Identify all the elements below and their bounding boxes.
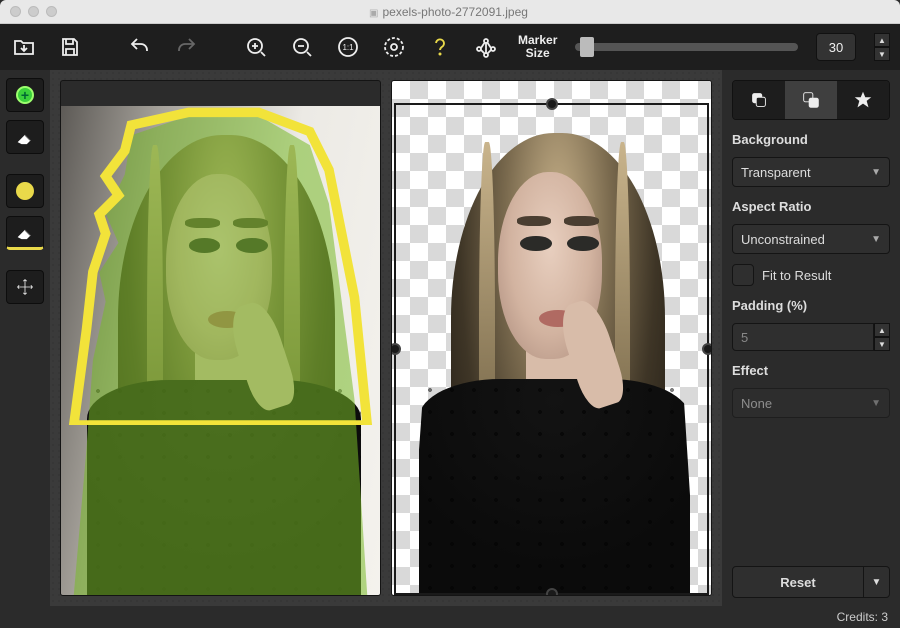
- tab-layers[interactable]: [733, 81, 785, 119]
- eraser-tool-2[interactable]: [6, 216, 44, 250]
- status-bar: Credits: 3: [0, 606, 900, 628]
- aspect-ratio-label: Aspect Ratio: [732, 199, 890, 214]
- slider-thumb[interactable]: [580, 37, 594, 57]
- tab-favorites[interactable]: [837, 81, 889, 119]
- chevron-down-icon: ▼: [871, 167, 881, 178]
- zoom-out-icon: [290, 35, 314, 59]
- marker-size-slider[interactable]: [575, 43, 798, 51]
- background-dropdown[interactable]: Transparent ▼: [732, 157, 890, 187]
- zoom-window-icon[interactable]: [46, 6, 57, 17]
- redo-button[interactable]: [172, 33, 200, 61]
- traffic-lights: [10, 6, 57, 17]
- padding-stepper[interactable]: ▲ ▼: [874, 323, 890, 351]
- crop-handle-right[interactable]: [702, 343, 712, 355]
- yellow-circle-icon: [16, 182, 34, 200]
- padding-input[interactable]: 5: [732, 323, 874, 351]
- fit-to-result-row: Fit to Result: [732, 264, 890, 286]
- stepper-down-icon[interactable]: ▼: [874, 337, 890, 351]
- close-window-icon[interactable]: [10, 6, 21, 17]
- zoom-1to1-icon: 1:1: [336, 35, 360, 59]
- zoom-out-button[interactable]: [288, 33, 316, 61]
- marker-size-label: Marker Size: [518, 34, 557, 60]
- undo-button[interactable]: [126, 33, 154, 61]
- zoom-in-button[interactable]: [242, 33, 270, 61]
- add-marker-tool[interactable]: +: [6, 78, 44, 112]
- padding-label: Padding (%): [732, 298, 890, 313]
- eraser-icon: [15, 222, 35, 242]
- save-button[interactable]: [56, 33, 84, 61]
- help-icon: [428, 35, 452, 59]
- right-sidebar: Background Transparent ▼ Aspect Ratio Un…: [722, 70, 900, 606]
- minimize-window-icon[interactable]: [28, 6, 39, 17]
- tab-output[interactable]: [785, 81, 837, 119]
- sidebar-tabs: [732, 80, 890, 120]
- reset-button[interactable]: Reset: [732, 566, 864, 598]
- main-area: +: [0, 70, 900, 606]
- background-value: Transparent: [741, 165, 811, 180]
- overlap-icon: [800, 89, 822, 111]
- crop-handle-top[interactable]: [546, 98, 558, 110]
- undo-icon: [128, 35, 152, 59]
- open-button[interactable]: [10, 33, 38, 61]
- aspect-ratio-dropdown[interactable]: Unconstrained ▼: [732, 224, 890, 254]
- background-label: Background: [732, 132, 890, 147]
- crop-handle-bottom[interactable]: [546, 588, 558, 596]
- effect-label: Effect: [732, 363, 890, 378]
- zoom-fit-button[interactable]: [380, 33, 408, 61]
- stepper-up-icon[interactable]: ▲: [874, 33, 890, 47]
- left-toolbar: +: [0, 70, 50, 606]
- zoom-actual-button[interactable]: 1:1: [334, 33, 362, 61]
- chevron-down-icon: ▼: [871, 234, 881, 245]
- plus-circle-icon: +: [16, 86, 34, 104]
- network-icon: [474, 35, 498, 59]
- chevron-down-icon: ▼: [871, 398, 881, 409]
- crop-frame[interactable]: [394, 103, 709, 595]
- canvas-area: [50, 70, 722, 606]
- move-tool[interactable]: [6, 270, 44, 304]
- credits-label: Credits: 3: [837, 610, 888, 624]
- zoom-in-icon: [244, 35, 268, 59]
- star-icon: [852, 89, 874, 111]
- fit-to-result-label: Fit to Result: [762, 268, 831, 283]
- save-icon: [58, 35, 82, 59]
- crop-handle-left[interactable]: [391, 343, 401, 355]
- move-icon: [15, 277, 35, 297]
- result-panel[interactable]: [391, 80, 712, 596]
- effect-value: None: [741, 396, 772, 411]
- reset-more-button[interactable]: ▼: [864, 566, 890, 598]
- foreground-marker-tool[interactable]: [6, 174, 44, 208]
- source-panel[interactable]: [60, 80, 381, 596]
- marker-size-value[interactable]: 30: [816, 33, 856, 61]
- folder-open-icon: [12, 35, 36, 59]
- effect-dropdown[interactable]: None ▼: [732, 388, 890, 418]
- eraser-icon: [15, 127, 35, 147]
- svg-text:1:1: 1:1: [342, 43, 354, 52]
- top-toolbar: 1:1 Marker Size 30 ▲ ▼: [0, 24, 900, 70]
- copy-icon: [748, 89, 770, 111]
- redo-icon: [174, 35, 198, 59]
- fit-to-result-checkbox[interactable]: [732, 264, 754, 286]
- eraser-tool[interactable]: [6, 120, 44, 154]
- source-image: [61, 106, 380, 595]
- zoom-fit-icon: [382, 35, 406, 59]
- ai-button[interactable]: [472, 33, 500, 61]
- aspect-ratio-value: Unconstrained: [741, 232, 825, 247]
- stepper-down-icon[interactable]: ▼: [874, 47, 890, 61]
- document-title: pexels-photo-2772091.jpeg: [57, 5, 840, 19]
- window-titlebar: pexels-photo-2772091.jpeg: [0, 0, 900, 24]
- stepper-up-icon[interactable]: ▲: [874, 323, 890, 337]
- help-button[interactable]: [426, 33, 454, 61]
- marker-size-stepper[interactable]: ▲ ▼: [874, 33, 890, 61]
